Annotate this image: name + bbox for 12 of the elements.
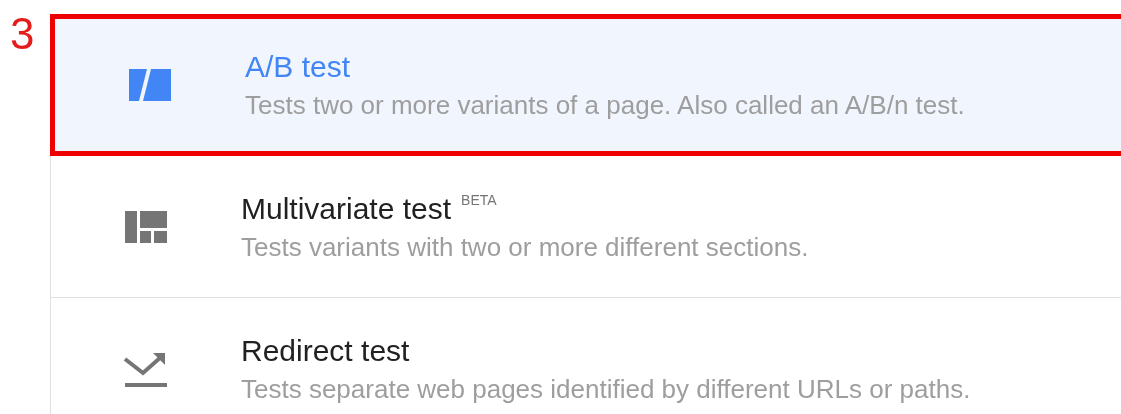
option-description: Tests two or more variants of a page. Also called an A/B/n test. [245,90,965,120]
experiment-type-option[interactable]: Redirect test Tests separate web pages identified by different URLs or paths. [51,298,1121,414]
option-title: Multivariate test [241,191,452,226]
option-description: Tests variants with two or more different sections. [241,231,809,262]
grid-icon [125,210,167,243]
parallelogram-icon [129,69,171,101]
option-title: A/B test [245,50,351,84]
option-title: Redirect test [241,333,410,368]
beta-label: BETA [461,191,497,208]
experiment-type-option[interactable]: Multivariate test BETA Tests variants with two or more different sections. [51,156,1121,298]
option-description: Tests separate web pages identified by different URLs or paths. [241,373,971,404]
step-number: 3 [9,8,36,56]
